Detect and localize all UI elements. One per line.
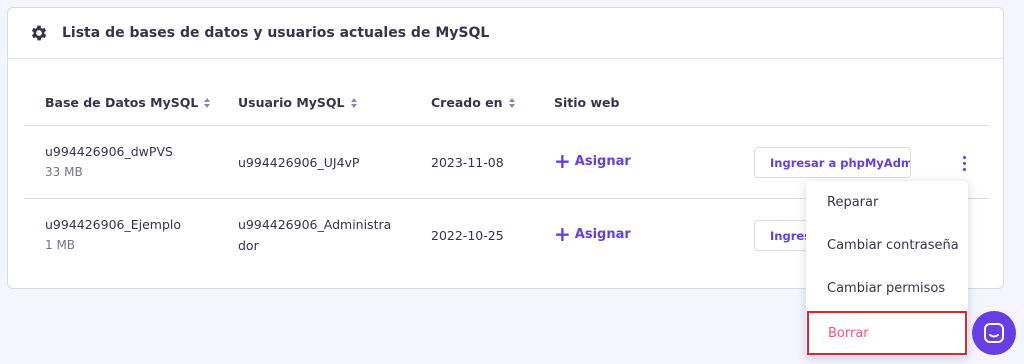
column-header-user[interactable]: Usuario MySQL [238,95,357,110]
assign-website-button[interactable]: + Asignar [554,151,631,171]
chat-icon [984,323,1004,343]
table-header: Base de Datos MySQL Usuario MySQL Creado… [24,80,989,126]
sort-icon [508,97,515,108]
menu-item-delete[interactable]: Borrar [807,311,967,355]
created-date: 2023-11-08 [431,155,504,170]
plus-icon: + [554,222,571,246]
user-name-wrap: dor [238,238,259,253]
menu-item-change-permissions[interactable]: Cambiar permisos [806,268,968,308]
menu-item-repair[interactable]: Reparar [806,182,968,222]
column-header-database[interactable]: Base de Datos MySQL [45,95,211,110]
column-header-website: Sitio web [554,95,620,110]
user-cell: u994426906_UJ4vP [238,152,359,173]
menu-item-change-password[interactable]: Cambiar contraseña [806,225,968,265]
database-size: 33 MB [45,165,83,179]
panel-title: Lista de bases de datos y usuarios actua… [62,25,490,41]
sort-icon [350,97,357,108]
user-name: u994426906_Administra [238,217,392,232]
user-cell: u994426906_Administra dor [238,214,391,256]
more-options-icon[interactable] [957,153,971,173]
database-name: u994426906_dwPVS [45,144,173,159]
database-cell: u994426906_Ejemplo 1 MB [45,214,181,256]
phpmyadmin-button[interactable]: Ingresar a phpMyAdmin [754,147,911,178]
user-name: u994426906_UJ4vP [238,155,360,170]
phpmyadmin-button[interactable]: Ingresar a phpMyAdmin [754,220,814,251]
database-name: u994426906_Ejemplo [45,217,182,232]
assign-website-button[interactable]: + Asignar [554,224,631,244]
chat-button[interactable] [972,311,1016,355]
gear-icon [31,25,47,41]
options-dropdown: Reparar Cambiar contraseña Cambiar permi… [806,181,968,356]
panel-header: Lista de bases de datos y usuarios actua… [8,8,1003,59]
plus-icon: + [554,149,571,173]
database-cell: u994426906_dwPVS 33 MB [45,141,173,183]
column-header-created[interactable]: Creado en [431,95,515,110]
created-date: 2022-10-25 [431,228,504,243]
sort-icon [204,97,211,108]
database-size: 1 MB [45,238,76,252]
